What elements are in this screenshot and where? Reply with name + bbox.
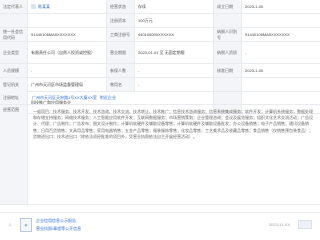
doc-index: 1 [8, 222, 12, 227]
field-label: 成立日期 [214, 0, 242, 13]
field-value: - [135, 78, 214, 91]
company-info-page: 法定代表人 陈某某 经营状态 存续 成立日期 2023-1-00 注册资本 100万元 统一社会… [0, 0, 320, 240]
field-value [242, 78, 320, 91]
field-value: - [135, 64, 214, 77]
doc-action-button[interactable] [298, 220, 312, 229]
field-value: 有限责任公司（自然人投资或控股） [28, 42, 107, 63]
business-scope-row: 经营范围 一般项目：技术服务、技术开发、技术咨询、技术交流、技术转让、技术推广；… [0, 105, 320, 205]
field-label [0, 14, 28, 27]
field-value: 91440106MA5XXXXXXX [28, 28, 107, 41]
info-row: 法定代表人 陈某某 经营状态 存续 成立日期 2023-1-00 [0, 0, 320, 14]
field-label: 工商注册号 [107, 28, 135, 41]
field-label: 人员规模 [0, 64, 28, 77]
scope-label: 经营范围 [0, 105, 28, 204]
field-label [214, 14, 242, 27]
doc-icon: ▤ [20, 217, 32, 232]
address-row: 注册地址 广州市天河区天府路1号XX大厦XX室 附近企业 [0, 91, 320, 105]
field-label: 曾用名 [107, 78, 135, 91]
scope-text: 一般项目：技术服务、技术开发、技术咨询、技术交流、技术转让、技术推广；信息技术咨… [33, 109, 313, 139]
doc-title[interactable]: 企业信用信息公示报告 [36, 218, 81, 224]
field-label: 纳税人资质 [214, 42, 242, 63]
field-label: 营业期限 [107, 42, 135, 63]
field-value: 广州市天河区市场监督管理局 [28, 78, 107, 91]
doc-date: 2023-11-XX [268, 222, 290, 227]
avatar [31, 4, 36, 9]
field-label [214, 78, 242, 91]
field-value: - [28, 64, 107, 77]
field-label: 注册资本 [107, 14, 135, 27]
legal-rep-name[interactable]: 陈某某 [38, 4, 50, 10]
field-value: 91440106MA5XXXXXXX [245, 32, 290, 37]
field-label: 企业类型 [0, 42, 28, 63]
field-label: 登记机关 [0, 78, 28, 91]
field-label: 经营状态 [107, 0, 135, 13]
field-label: 核准日期 [214, 64, 242, 77]
info-row: 企业类型 有限责任公司（自然人投资或控股） 营业期限 2023-01-01 至 无固定… [0, 42, 320, 64]
field-label: 法定代表人 [0, 0, 28, 13]
field-value: 2023-1-00 [245, 68, 264, 73]
info-row: 注册资本 100万元 [0, 14, 320, 28]
field-value [242, 14, 320, 27]
field-value: 440106000XXXXXX [135, 28, 214, 41]
field-label: 参保人数 [107, 64, 135, 77]
nearby-companies-link[interactable]: 附近企业 [100, 95, 116, 101]
field-value: - [245, 50, 247, 55]
field-value: 100万元 [135, 14, 214, 27]
field-value: 2023-1-00 [245, 4, 264, 9]
field-value-link[interactable]: 陈某某 [28, 0, 107, 13]
info-row: 登记机关 广州市天河区市场监督管理局 曾用名 - [0, 78, 320, 92]
field-value: 2023-01-01 至 无固定期限 [135, 42, 214, 63]
info-row: 人员规模 - 参保人数 - 核准日期 2023-1-00 [0, 64, 320, 78]
field-label: 统一社会信用代码 [0, 28, 28, 41]
doc-subtitle: 营业执照/章程等公开信息 [36, 225, 82, 231]
field-value: 存续 [135, 0, 214, 13]
address-link[interactable]: 广州市天河区天府路1号XX大厦XX室 [32, 95, 97, 101]
info-row: 统一社会信用代码 91440106MA5XXXXXXX 工商注册号 440106000… [0, 28, 320, 42]
field-value [28, 14, 107, 27]
field-label: 纳税人识别号 [214, 28, 242, 41]
address-label: 注册地址 [0, 91, 28, 104]
document-list-item[interactable]: 1 ▤ 企业信用信息公示报告 营业执照/章程等公开信息 2023-11-XX [0, 212, 320, 236]
